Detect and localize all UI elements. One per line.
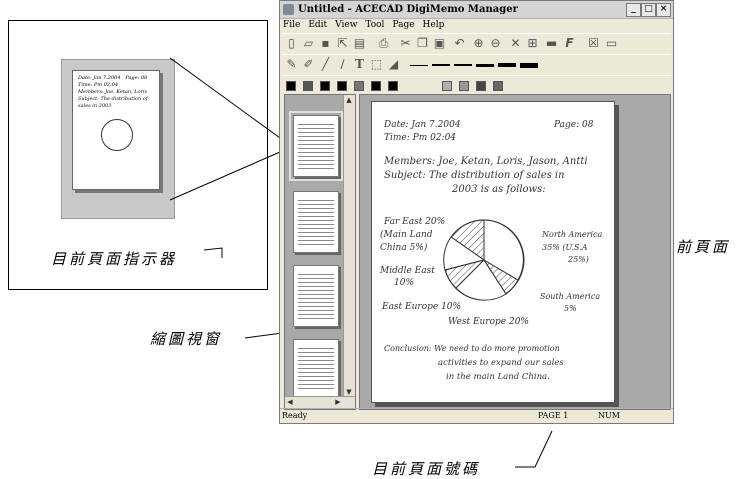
color-swatch[interactable]	[371, 81, 381, 91]
main-toolbar: ▯ ▱ ▪ ⇱ ▤ ⎙ ✂ ❐ ▣ ↶ ⊕ ⊖ ✕ ⊞ ▬ F ☒ ▭	[282, 33, 671, 55]
doc-conclusion-1: Conclusion: We need to do more promotion	[384, 344, 560, 353]
font-icon[interactable]: F	[562, 36, 577, 51]
line-width-4[interactable]	[476, 64, 494, 67]
label-east-europe: East Europe 10%	[382, 302, 462, 312]
scroll-up-icon[interactable]: ▲	[344, 95, 354, 105]
status-num-lock: NUM	[598, 411, 620, 420]
paste-icon[interactable]: ▣	[432, 36, 447, 51]
color-swatch[interactable]	[459, 81, 469, 91]
doc-members: Members: Joe, Ketan, Loris, Jason, Antti	[384, 156, 588, 167]
copy-icon[interactable]: ❐	[415, 36, 430, 51]
label-south-america-pct: 5%	[564, 304, 577, 313]
import-icon[interactable]: ▤	[352, 36, 367, 51]
color-swatch[interactable]	[320, 81, 330, 91]
title-bar: Untitled - ACECAD DigiMemo Manager _ □ ×	[280, 1, 673, 19]
thumbnail-page-1[interactable]	[289, 111, 343, 181]
doc-subject-line-1: Subject: The distribution of sales in	[384, 170, 565, 181]
maximize-button[interactable]: □	[641, 3, 656, 17]
current-page[interactable]: Date: Jan 7.2004 Page: 08 Time: Pm 02:04…	[371, 101, 615, 403]
eraser-icon[interactable]: ◢	[386, 57, 401, 72]
label-north-america-pct: 35% (U.S.A	[542, 243, 588, 252]
scroll-right-icon[interactable]: ▶	[333, 397, 343, 407]
line-width-5[interactable]	[498, 63, 516, 67]
text-icon[interactable]: T	[352, 57, 367, 72]
label-far-east: Far East 20%	[384, 217, 446, 227]
close-doc-icon[interactable]: ☒	[586, 36, 601, 51]
menu-tool[interactable]: Tool	[361, 19, 388, 32]
document-pane[interactable]: Date: Jan 7.2004 Page: 08 Time: Pm 02:04…	[359, 94, 671, 410]
color-swatch[interactable]	[354, 81, 364, 91]
doc-conclusion-2: activities to expand our sales	[438, 358, 564, 368]
pen-icon[interactable]: ✎	[284, 57, 299, 72]
fit-icon[interactable]: ⊞	[525, 36, 540, 51]
doc-conclusion-3: in the main Land China.	[446, 372, 550, 382]
save-icon[interactable]: ▪	[318, 36, 333, 51]
line-width-6[interactable]	[520, 63, 538, 68]
doc-date: Date: Jan 7.2004	[384, 120, 461, 130]
scroll-left-icon[interactable]: ◀	[285, 397, 295, 407]
thumbnail-page-3[interactable]	[293, 265, 339, 327]
thumbnail-page-2[interactable]	[293, 191, 339, 253]
color-swatch[interactable]	[476, 81, 486, 91]
doc-subject-line-2: 2003 is as follows:	[452, 184, 546, 195]
cut-icon[interactable]: ✂	[398, 36, 413, 51]
image-icon[interactable]: ▬	[544, 36, 559, 51]
new-icon[interactable]: ▯	[284, 36, 299, 51]
line-width-3[interactable]	[454, 64, 472, 66]
color-swatch[interactable]	[303, 81, 313, 91]
menu-edit[interactable]: Edit	[304, 19, 331, 32]
thumbnail-vertical-scrollbar[interactable]: ▲ ▼	[343, 95, 355, 397]
label-middle-east-pct: 10%	[394, 278, 415, 288]
export-icon[interactable]: ⇱	[335, 36, 350, 51]
menu-help[interactable]: Help	[419, 19, 449, 32]
print-icon[interactable]: ⎙	[376, 36, 391, 51]
line-icon[interactable]: ╱	[318, 57, 333, 72]
page-number-label: 目前頁面號碼	[372, 460, 481, 478]
label-west-europe: West Europe 20%	[448, 317, 529, 327]
label-north-america: North America	[542, 230, 603, 239]
select-rect-icon[interactable]: ⬚	[369, 57, 384, 72]
menu-file[interactable]: File	[280, 19, 304, 32]
doc-page-number: Page: 08	[554, 120, 594, 130]
page-icon[interactable]: ▭	[604, 36, 619, 51]
label-south-america: South America	[540, 292, 601, 301]
minimize-button[interactable]: _	[626, 3, 641, 17]
zoom-out-icon[interactable]: ⊖	[488, 36, 503, 51]
menu-view[interactable]: View	[331, 19, 361, 32]
color-swatch[interactable]	[442, 81, 452, 91]
thin-line-icon[interactable]: ∕	[335, 57, 350, 72]
close-button[interactable]: ×	[656, 3, 671, 17]
status-bar: Ready PAGE 1 NUM	[280, 408, 673, 423]
thumbnail-page-4[interactable]	[293, 339, 339, 397]
color-toolbar	[282, 75, 671, 96]
color-swatch[interactable]	[286, 81, 296, 91]
app-icon	[283, 4, 294, 15]
menu-bar: File Edit View Tool Page Help	[280, 19, 673, 32]
color-swatch[interactable]	[388, 81, 398, 91]
doc-time: Time: Pm 02:04	[384, 133, 457, 143]
undo-icon[interactable]: ↶	[452, 36, 467, 51]
line-width-2[interactable]	[432, 64, 450, 66]
delete-icon[interactable]: ✕	[508, 36, 523, 51]
status-page-number: PAGE 1	[538, 411, 569, 420]
line-width-1[interactable]	[410, 65, 428, 66]
status-text: Ready	[282, 411, 308, 420]
menu-page[interactable]: Page	[388, 19, 418, 32]
drawing-toolbar: ✎ ✐ ╱ ∕ T ⬚ ◢	[282, 54, 671, 76]
color-swatch[interactable]	[337, 81, 347, 91]
color-swatch[interactable]	[493, 81, 503, 91]
label-north-america-usa: 25%)	[568, 255, 589, 264]
open-icon[interactable]: ▱	[301, 36, 316, 51]
label-middle-east: Middle East	[380, 266, 435, 276]
pie-chart-drawing	[443, 219, 525, 301]
marker-icon[interactable]: ✐	[301, 57, 316, 72]
zoom-in-icon[interactable]: ⊕	[471, 36, 486, 51]
label-far-east-sub-1: (Main Land	[380, 230, 433, 240]
thumbnail-pane[interactable]: ▲ ▼ ◀ ▶	[284, 94, 356, 410]
thumbnail-window-label: 縮圖視窗	[150, 330, 223, 348]
window-title: Untitled - ACECAD DigiMemo Manager	[298, 4, 518, 15]
label-far-east-sub-2: China 5%)	[380, 243, 428, 253]
app-window: Untitled - ACECAD DigiMemo Manager _ □ ×…	[279, 0, 674, 424]
